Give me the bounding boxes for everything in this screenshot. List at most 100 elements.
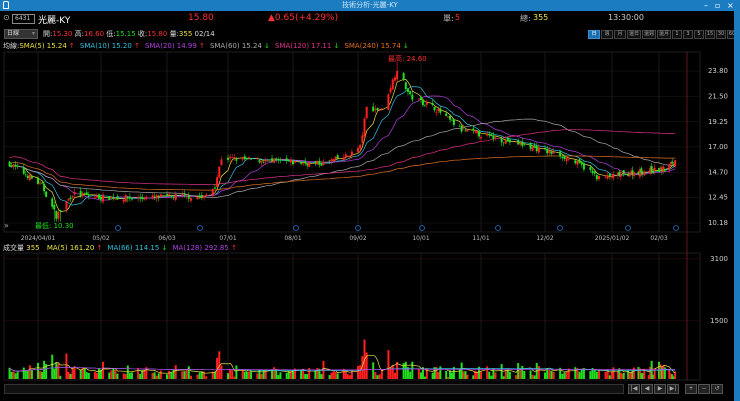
candle-body xyxy=(241,157,244,160)
candle-body xyxy=(550,151,553,154)
volume-bar xyxy=(523,371,526,379)
volume-bar xyxy=(57,363,60,379)
volume-bar xyxy=(196,374,199,379)
scroll-first-button[interactable]: |◀ xyxy=(628,384,640,394)
volume-bar xyxy=(563,372,566,379)
candle-body xyxy=(28,174,31,181)
candle-body xyxy=(59,210,62,212)
candle-body xyxy=(476,131,479,134)
volume-bar xyxy=(137,367,140,379)
event-marker-icon xyxy=(115,225,121,231)
volume-bar xyxy=(79,369,82,379)
volume-bar xyxy=(67,372,70,379)
price-volume-chart[interactable]: 2024/04/01 05/02 06/03 07/01 08/01 09/02 10/01… xyxy=(0,0,740,401)
zoom-in-button[interactable]: + xyxy=(685,384,697,394)
candle-body xyxy=(652,171,655,173)
candle-body xyxy=(342,157,345,161)
volume-bar xyxy=(260,373,263,379)
candle-body xyxy=(314,161,317,163)
x-tick-label: 10/01 xyxy=(412,235,429,242)
candle-body xyxy=(449,115,452,120)
volume-bar xyxy=(14,373,17,379)
candle-body xyxy=(447,116,450,118)
candle-body xyxy=(45,191,48,197)
x-tick-label: 09/02 xyxy=(349,235,366,242)
horizontal-scrollbar[interactable] xyxy=(4,384,624,394)
zoom-out-button[interactable]: − xyxy=(698,384,710,394)
candle-body xyxy=(650,166,653,173)
candle-body xyxy=(264,159,267,162)
candle-body xyxy=(450,119,453,121)
expand-icon[interactable]: » xyxy=(4,221,9,230)
candle-body xyxy=(304,161,307,164)
volume-bar xyxy=(346,374,349,379)
volume-bar xyxy=(277,375,280,379)
candle-body xyxy=(308,162,311,167)
candle-body xyxy=(374,108,377,110)
candle-body xyxy=(203,195,206,198)
candle-body xyxy=(593,171,596,174)
volume-tick-label: 1500 xyxy=(710,317,728,325)
vertical-scrollbar[interactable] xyxy=(734,11,740,401)
volume-bar xyxy=(205,376,208,379)
candle-body xyxy=(174,194,177,200)
volume-bar xyxy=(336,373,339,379)
candle-body xyxy=(93,196,96,198)
volume-bar xyxy=(504,369,507,379)
volume-bar xyxy=(258,369,261,379)
candle-body xyxy=(488,133,491,136)
candle-body xyxy=(69,197,72,200)
candle-body xyxy=(245,158,248,159)
candle-body xyxy=(67,198,70,201)
candle-body xyxy=(589,167,592,171)
volume-bar xyxy=(71,368,74,379)
candle-body xyxy=(529,143,532,149)
candle-body xyxy=(139,197,142,199)
candle-body xyxy=(271,158,274,161)
volume-bar xyxy=(380,369,383,379)
volume-bar xyxy=(445,371,448,379)
volume-bar xyxy=(10,371,13,379)
volume-bar xyxy=(378,374,381,379)
candle-body xyxy=(472,128,475,131)
volume-bar xyxy=(264,369,267,379)
scroll-last-button[interactable]: ▶| xyxy=(667,384,679,394)
price-tick-label: 17.00 xyxy=(708,143,728,151)
candle-body xyxy=(114,198,117,200)
candle-body xyxy=(12,164,15,168)
volume-bar xyxy=(437,372,440,379)
candle-body xyxy=(663,168,666,171)
candle-body xyxy=(604,176,607,178)
candle-body xyxy=(318,160,321,165)
candle-body xyxy=(233,157,236,158)
volume-bar xyxy=(250,371,253,379)
price-tick-label: 14.70 xyxy=(708,169,728,177)
volume-bar xyxy=(409,371,412,379)
reset-button[interactable]: ↺ xyxy=(711,384,723,394)
volume-bar xyxy=(139,373,142,379)
candle-body xyxy=(365,106,368,119)
candle-body xyxy=(433,106,436,111)
volume-bar xyxy=(55,362,58,379)
candle-body xyxy=(181,194,184,196)
candle-body xyxy=(112,197,115,199)
candle-body xyxy=(243,156,246,160)
candle-body xyxy=(559,151,562,157)
volume-bar xyxy=(552,371,555,379)
event-marker-icon xyxy=(293,225,299,231)
volume-bar xyxy=(279,372,282,379)
x-tick-label: 02/03 xyxy=(650,235,667,242)
volume-bar xyxy=(460,362,463,379)
candle-body xyxy=(322,161,325,165)
volume-bar xyxy=(166,374,168,379)
scroll-next-button[interactable]: ▶ xyxy=(654,384,666,394)
volume-bar xyxy=(73,366,76,379)
candle-body xyxy=(595,175,598,180)
scroll-prev-button[interactable]: ◀ xyxy=(641,384,653,394)
candle-body xyxy=(260,161,263,163)
candle-body xyxy=(490,134,493,135)
volume-bar xyxy=(653,368,656,379)
volume-bar xyxy=(391,365,394,379)
candle-body xyxy=(393,77,396,81)
x-tick-label: 08/01 xyxy=(284,235,301,242)
